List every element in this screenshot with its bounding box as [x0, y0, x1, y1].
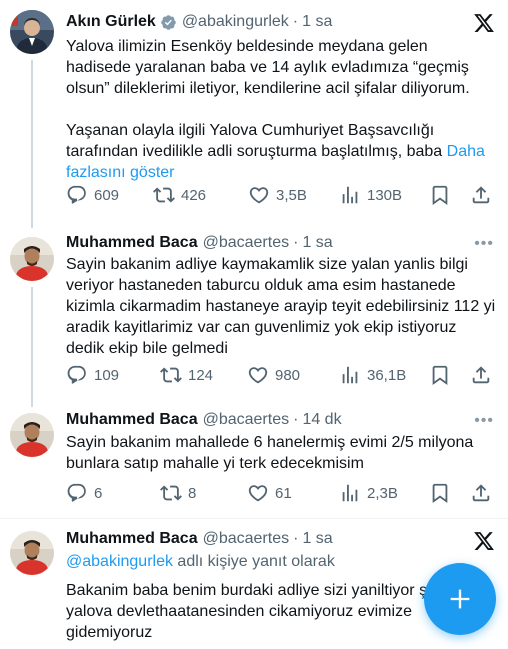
separator-dot: ·	[292, 13, 299, 30]
like-icon	[249, 187, 269, 204]
separator-dot: ·	[293, 411, 299, 428]
reply-count: 109	[94, 366, 120, 384]
avatar[interactable]	[10, 531, 54, 575]
reply-to-handle[interactable]: @abakingurlek	[66, 553, 173, 570]
like-count: 3,5B	[276, 186, 307, 204]
bookmark-button[interactable]	[429, 481, 451, 505]
retweet-icon	[160, 367, 182, 383]
reply-icon	[67, 365, 86, 384]
share-icon	[472, 484, 490, 502]
avatar[interactable]	[10, 237, 54, 281]
retweet-button[interactable]: 8	[160, 481, 196, 505]
like-icon	[248, 485, 268, 502]
bookmark-icon	[432, 483, 448, 504]
tweet-1[interactable]: Akın Gürlek @abakingurlek · 1 sa Yalova …	[0, 0, 508, 228]
compose-button[interactable]	[424, 563, 496, 635]
tweet-text: Sayin bakanim mahallede 6 hanelermiş evi…	[66, 434, 474, 472]
separator-dot: ·	[293, 234, 299, 251]
tweet-header: Muhammed Baca @bacaertes · 1 sa	[66, 232, 333, 254]
reply-button[interactable]: 609	[66, 183, 119, 207]
more-icon[interactable]: •••	[474, 235, 494, 253]
author-handle[interactable]: @abakingurlek	[182, 13, 289, 31]
tweet-paragraph: Yalova ilimizin Esenköy beldesinde meyda…	[66, 38, 470, 97]
retweet-icon	[160, 485, 182, 501]
x-logo-icon	[472, 12, 496, 39]
reply-icon	[67, 483, 86, 502]
reply-count: 609	[94, 186, 120, 204]
views-icon	[342, 366, 358, 384]
bookmark-button[interactable]	[429, 363, 451, 387]
reply-context: @abakingurlek adlı kişiye yanıt olarak	[66, 551, 496, 572]
author-name[interactable]: Muhammed Baca	[66, 234, 198, 252]
action-bar: 109 124 980 36,1B	[66, 363, 496, 387]
author-name[interactable]: Muhammed Baca	[66, 530, 198, 548]
retweet-count: 124	[188, 366, 214, 384]
views-button[interactable]: 130B	[339, 183, 402, 207]
like-icon	[248, 367, 268, 384]
tweet-text: Sayin bakanim adliye kaymakamlik size ya…	[66, 256, 496, 357]
author-handle[interactable]: @bacaertes	[203, 234, 290, 252]
share-button[interactable]	[470, 481, 492, 505]
tweet-paragraph: Yaşanan olayla ilgili Yalova Cumhuriyet …	[66, 122, 443, 160]
timestamp[interactable]: 14 dk	[302, 411, 341, 429]
share-button[interactable]	[470, 183, 492, 207]
reply-icon	[67, 185, 86, 204]
reply-count: 6	[94, 484, 103, 502]
bookmark-icon	[432, 185, 448, 206]
timestamp[interactable]: 1 sa	[302, 530, 332, 548]
more-icon[interactable]: •••	[474, 412, 494, 430]
bookmark-icon	[432, 365, 448, 386]
reply-button[interactable]: 6	[66, 481, 102, 505]
views-icon	[342, 186, 358, 204]
tweet-3[interactable]: Muhammed Baca @bacaertes · 14 dk ••• Say…	[0, 408, 508, 516]
like-button[interactable]: 3,5B	[248, 183, 307, 207]
retweet-button[interactable]: 426	[153, 183, 206, 207]
views-icon	[342, 484, 358, 502]
share-icon	[472, 366, 490, 384]
timestamp[interactable]: 1 sa	[302, 13, 332, 31]
tweet-header: Muhammed Baca @bacaertes · 1 sa	[66, 528, 333, 550]
tweet-header: Akın Gürlek @abakingurlek · 1 sa	[66, 11, 332, 33]
like-button[interactable]: 61	[247, 481, 292, 505]
like-count: 980	[275, 366, 301, 384]
author-name[interactable]: Akın Gürlek	[66, 13, 156, 31]
views-count: 36,1B	[367, 366, 407, 384]
author-name[interactable]: Muhammed Baca	[66, 411, 198, 429]
tweet-2[interactable]: Muhammed Baca @bacaertes · 1 sa ••• Sayi…	[0, 229, 508, 407]
views-count: 2,3B	[367, 484, 398, 502]
tweet-header: Muhammed Baca @bacaertes · 14 dk	[66, 409, 342, 431]
reply-to-label: adlı kişiye yanıt olarak	[172, 553, 335, 570]
reply-button[interactable]: 109	[66, 363, 119, 387]
action-bar: 609 426 3,5B 130B	[66, 183, 496, 207]
retweet-count: 426	[181, 186, 207, 204]
views-button[interactable]: 2,3B	[339, 481, 398, 505]
like-count: 61	[275, 484, 292, 502]
author-handle[interactable]: @bacaertes	[203, 411, 290, 429]
thread-line	[31, 60, 33, 228]
retweet-icon	[153, 187, 175, 203]
separator-dot: ·	[293, 530, 299, 547]
share-icon	[472, 186, 490, 204]
share-button[interactable]	[470, 363, 492, 387]
avatar[interactable]	[10, 413, 54, 457]
timestamp[interactable]: 1 sa	[302, 234, 332, 252]
retweet-button[interactable]: 124	[160, 363, 213, 387]
like-button[interactable]: 980	[247, 363, 300, 387]
action-bar: 6 8 61 2,3B	[66, 481, 496, 505]
thread-line	[31, 287, 33, 407]
author-handle[interactable]: @bacaertes	[203, 530, 290, 548]
compose-plus-icon	[450, 589, 470, 609]
views-count: 130B	[367, 186, 403, 204]
retweet-count: 8	[188, 484, 197, 502]
views-button[interactable]: 36,1B	[339, 363, 406, 387]
verified-badge-icon	[160, 14, 177, 31]
bookmark-button[interactable]	[429, 183, 451, 207]
avatar[interactable]	[10, 10, 54, 54]
tweet-text: Yalova ilimizin Esenköy beldesinde meyda…	[66, 36, 496, 183]
